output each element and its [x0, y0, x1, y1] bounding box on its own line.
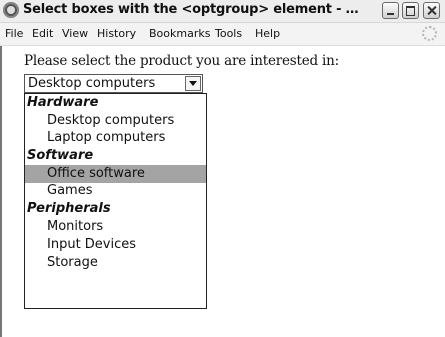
minimize-button[interactable] — [382, 2, 399, 19]
optgroup-software: Software — [27, 148, 94, 163]
option-laptop-computers[interactable]: Laptop computers — [25, 129, 206, 147]
option-storage[interactable]: Storage — [25, 254, 206, 272]
throbber-icon — [422, 26, 437, 41]
option-games[interactable]: Games — [25, 182, 206, 200]
maximize-button[interactable] — [402, 2, 419, 19]
menu-bookmarks[interactable]: Bookmarks — [149, 27, 210, 40]
window-left-edge — [0, 46, 2, 337]
menu-history[interactable]: History — [97, 27, 136, 40]
menu-file[interactable]: File — [5, 27, 23, 40]
option-office-software[interactable]: Office software — [25, 165, 206, 183]
browser-window: Select boxes with the <optgroup> element… — [0, 0, 445, 337]
product-prompt: Please select the product you are intere… — [24, 53, 340, 69]
menu-edit[interactable]: Edit — [32, 27, 53, 40]
menu-tools[interactable]: Tools — [215, 27, 242, 40]
option-monitors[interactable]: Monitors — [25, 218, 206, 236]
option-desktop-computers[interactable]: Desktop computers — [25, 112, 206, 130]
window-title: Select boxes with the <optgroup> element… — [23, 2, 359, 17]
option-input-devices[interactable]: Input Devices — [25, 236, 206, 254]
dropdown-arrow-icon[interactable] — [185, 76, 201, 91]
title-bar: Select boxes with the <optgroup> element… — [0, 0, 445, 23]
select-current-value: Desktop computers — [28, 76, 156, 91]
product-select[interactable]: Desktop computers — [24, 74, 203, 93]
optgroup-hardware: Hardware — [27, 95, 99, 110]
close-button[interactable] — [423, 2, 440, 19]
menu-view[interactable]: View — [62, 27, 88, 40]
menu-help[interactable]: Help — [255, 27, 280, 40]
product-dropdown-list: Hardware Desktop computers Laptop comput… — [24, 93, 207, 309]
app-icon — [3, 2, 19, 18]
optgroup-peripherals: Peripherals — [27, 201, 111, 216]
menu-bar: File Edit View History Bookmarks Tools H… — [0, 23, 445, 46]
